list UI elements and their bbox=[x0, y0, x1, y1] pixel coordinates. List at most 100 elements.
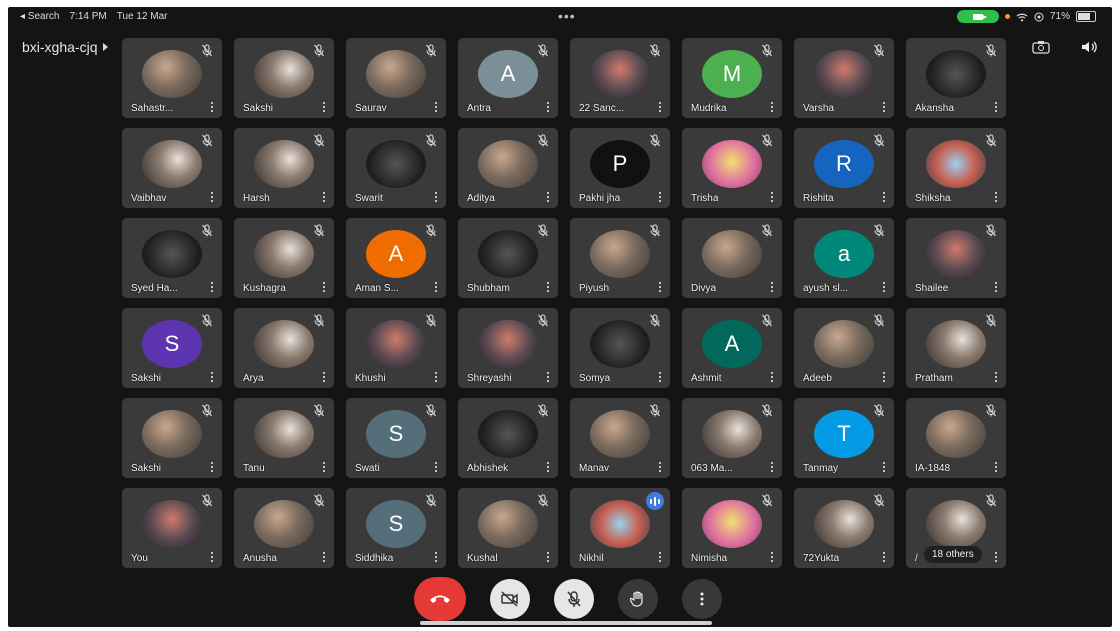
participant-tile[interactable]: Swarit bbox=[346, 128, 446, 208]
participant-more-icon[interactable] bbox=[544, 371, 552, 383]
participant-more-icon[interactable] bbox=[208, 371, 216, 383]
participant-more-icon[interactable] bbox=[656, 551, 664, 563]
participant-more-icon[interactable] bbox=[880, 551, 888, 563]
participant-tile[interactable]: A Ashmit bbox=[682, 308, 782, 388]
participant-tile[interactable]: Shubham bbox=[458, 218, 558, 298]
home-indicator[interactable] bbox=[420, 621, 712, 625]
participant-tile[interactable]: Divya bbox=[682, 218, 782, 298]
participant-more-icon[interactable] bbox=[992, 281, 1000, 293]
participant-more-icon[interactable] bbox=[208, 191, 216, 203]
participant-tile[interactable]: Pratham bbox=[906, 308, 1006, 388]
participant-tile[interactable]: S Swati bbox=[346, 398, 446, 478]
participant-tile[interactable]: Varsha bbox=[794, 38, 894, 118]
participant-more-icon[interactable] bbox=[880, 371, 888, 383]
participant-more-icon[interactable] bbox=[432, 101, 440, 113]
participant-more-icon[interactable] bbox=[992, 191, 1000, 203]
participant-more-icon[interactable] bbox=[768, 191, 776, 203]
switch-camera-icon[interactable] bbox=[1032, 40, 1050, 54]
participant-tile[interactable]: A Aman S... bbox=[346, 218, 446, 298]
participant-more-icon[interactable] bbox=[768, 461, 776, 473]
participant-tile[interactable]: Shiksha bbox=[906, 128, 1006, 208]
end-call-button[interactable] bbox=[414, 577, 466, 621]
participant-tile[interactable]: Nikhil bbox=[570, 488, 670, 568]
participant-tile[interactable]: Arya bbox=[234, 308, 334, 388]
participant-more-icon[interactable] bbox=[768, 551, 776, 563]
participant-tile[interactable]: Harsh bbox=[234, 128, 334, 208]
participant-more-icon[interactable] bbox=[432, 551, 440, 563]
participant-more-icon[interactable] bbox=[432, 281, 440, 293]
meeting-code-button[interactable]: bxi-xgha-cjq bbox=[22, 39, 109, 55]
participant-more-icon[interactable] bbox=[768, 371, 776, 383]
participant-tile[interactable]: Sahastr... bbox=[122, 38, 222, 118]
raise-hand-button[interactable] bbox=[618, 579, 658, 619]
participant-more-icon[interactable] bbox=[768, 101, 776, 113]
participant-more-icon[interactable] bbox=[432, 461, 440, 473]
participant-more-icon[interactable] bbox=[320, 281, 328, 293]
participant-more-icon[interactable] bbox=[544, 191, 552, 203]
participant-more-icon[interactable] bbox=[880, 461, 888, 473]
participant-more-icon[interactable] bbox=[320, 101, 328, 113]
participant-tile[interactable]: Sakshi bbox=[234, 38, 334, 118]
participant-tile[interactable]: a ayush sl... bbox=[794, 218, 894, 298]
participant-more-icon[interactable] bbox=[320, 551, 328, 563]
participant-tile[interactable]: Saurav bbox=[346, 38, 446, 118]
participant-more-icon[interactable] bbox=[656, 461, 664, 473]
participant-tile[interactable]: You bbox=[122, 488, 222, 568]
participant-more-icon[interactable] bbox=[432, 191, 440, 203]
participant-more-icon[interactable] bbox=[768, 281, 776, 293]
participant-tile[interactable]: Shailee bbox=[906, 218, 1006, 298]
participant-more-icon[interactable] bbox=[656, 281, 664, 293]
participant-more-icon[interactable] bbox=[656, 101, 664, 113]
participant-more-icon[interactable] bbox=[992, 551, 1000, 563]
participant-tile[interactable]: Syed Ha... bbox=[122, 218, 222, 298]
participant-more-icon[interactable] bbox=[880, 191, 888, 203]
participant-more-icon[interactable] bbox=[880, 101, 888, 113]
participant-tile[interactable]: Nimisha bbox=[682, 488, 782, 568]
participant-tile[interactable]: 72Yukta bbox=[794, 488, 894, 568]
participant-tile[interactable]: 063 Ma... bbox=[682, 398, 782, 478]
participant-tile[interactable]: Kushal bbox=[458, 488, 558, 568]
participant-tile[interactable]: IA-1848 bbox=[906, 398, 1006, 478]
participant-tile[interactable]: Piyush bbox=[570, 218, 670, 298]
participant-more-icon[interactable] bbox=[992, 371, 1000, 383]
participant-more-icon[interactable] bbox=[208, 101, 216, 113]
participant-tile[interactable]: Somya bbox=[570, 308, 670, 388]
speaker-icon[interactable] bbox=[1080, 40, 1098, 54]
participant-tile[interactable]: Aditya bbox=[458, 128, 558, 208]
participant-more-icon[interactable] bbox=[992, 101, 1000, 113]
participant-tile[interactable]: Tanu bbox=[234, 398, 334, 478]
participant-tile[interactable]: Shreyashi bbox=[458, 308, 558, 388]
participant-more-icon[interactable] bbox=[208, 461, 216, 473]
participant-tile[interactable]: Kushagra bbox=[234, 218, 334, 298]
participant-more-icon[interactable] bbox=[544, 551, 552, 563]
multitasking-dots[interactable]: ••• bbox=[558, 8, 576, 24]
participant-tile[interactable]: Adeeb bbox=[794, 308, 894, 388]
participant-tile[interactable]: Abhishek bbox=[458, 398, 558, 478]
participant-more-icon[interactable] bbox=[880, 281, 888, 293]
participant-more-icon[interactable] bbox=[544, 281, 552, 293]
participant-tile[interactable]: Akansha bbox=[906, 38, 1006, 118]
participant-tile[interactable]: A Antra bbox=[458, 38, 558, 118]
camera-toggle-button[interactable] bbox=[490, 579, 530, 619]
participant-tile[interactable]: S Sakshi bbox=[122, 308, 222, 388]
back-to-search[interactable]: ◂ Search bbox=[20, 11, 59, 22]
participant-more-icon[interactable] bbox=[320, 461, 328, 473]
participant-tile[interactable]: Khushi bbox=[346, 308, 446, 388]
participant-tile[interactable]: P Pakhi jha bbox=[570, 128, 670, 208]
participant-tile[interactable]: Trisha bbox=[682, 128, 782, 208]
participant-more-icon[interactable] bbox=[656, 191, 664, 203]
participant-more-icon[interactable] bbox=[432, 371, 440, 383]
participant-tile[interactable]: Vaibhav bbox=[122, 128, 222, 208]
participant-tile[interactable]: Sakshi bbox=[122, 398, 222, 478]
participant-more-icon[interactable] bbox=[544, 101, 552, 113]
participant-tile[interactable]: Manav bbox=[570, 398, 670, 478]
mic-toggle-button[interactable] bbox=[554, 579, 594, 619]
participant-tile[interactable]: S Siddhika bbox=[346, 488, 446, 568]
participant-tile[interactable]: Anusha bbox=[234, 488, 334, 568]
more-options-button[interactable] bbox=[682, 579, 722, 619]
participant-more-icon[interactable] bbox=[320, 371, 328, 383]
participant-more-icon[interactable] bbox=[544, 461, 552, 473]
participant-more-icon[interactable] bbox=[992, 461, 1000, 473]
participant-more-icon[interactable] bbox=[208, 551, 216, 563]
others-count-badge[interactable]: 18 others bbox=[924, 546, 982, 563]
